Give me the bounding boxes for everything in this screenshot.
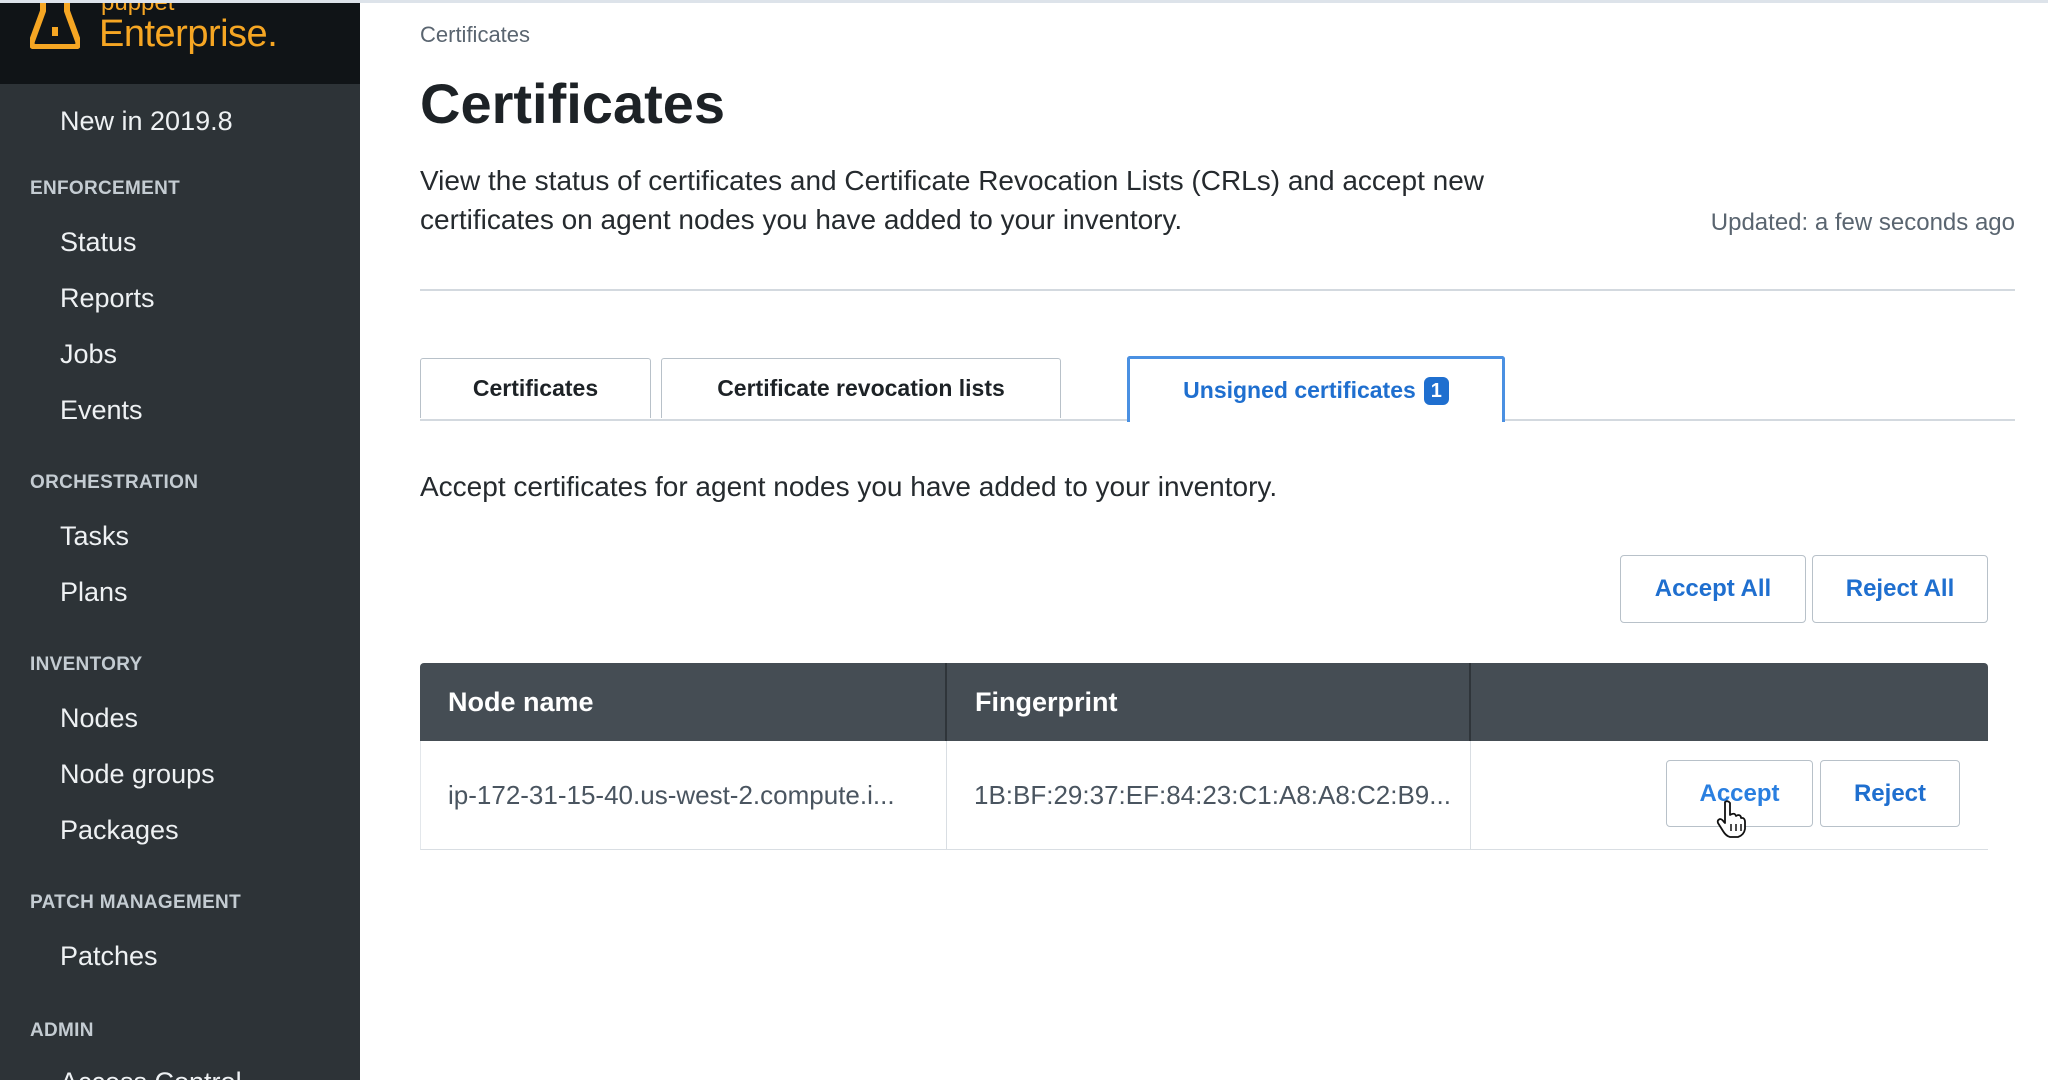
sidebar-item-status[interactable]: Status <box>60 227 137 258</box>
tab-label: Unsigned certificates <box>1183 377 1416 403</box>
sidebar-item-new-in[interactable]: New in 2019.8 <box>60 106 233 137</box>
sidebar-item-packages[interactable]: Packages <box>60 815 179 846</box>
sidebar-section-inventory: INVENTORY <box>30 654 143 675</box>
sidebar: puppet Enterprise. New in 2019.8 ENFORCE… <box>0 3 360 1080</box>
reject-all-button[interactable]: Reject All <box>1812 555 1988 623</box>
hand-pointer-cursor-icon <box>1716 800 1746 838</box>
accept-all-button[interactable]: Accept All <box>1620 555 1806 623</box>
tab-certificate-revocation-lists[interactable]: Certificate revocation lists <box>661 358 1061 418</box>
brand-header[interactable]: puppet Enterprise. <box>0 3 360 84</box>
fingerprint-cell: 1B:BF:29:37:EF:84:23:C1:A8:A8:C2:B9... <box>946 741 1470 849</box>
section-description: Accept certificates for agent nodes you … <box>420 471 1278 502</box>
sidebar-item-tasks[interactable]: Tasks <box>60 521 129 552</box>
sidebar-item-reports[interactable]: Reports <box>60 283 155 314</box>
column-header-node-name: Node name <box>448 686 594 717</box>
sidebar-item-nodes[interactable]: Nodes <box>60 703 138 734</box>
page-description: View the status of certificates and Cert… <box>420 165 1484 235</box>
sidebar-section-enforcement: ENFORCEMENT <box>30 178 181 199</box>
page-title: Certificates <box>420 72 726 135</box>
tab-certificates[interactable]: Certificates <box>420 358 651 418</box>
tab-label: Certificates <box>472 375 599 401</box>
tab-label: Certificate revocation lists <box>717 375 1005 401</box>
divider <box>420 289 2015 291</box>
breadcrumb[interactable]: Certificates <box>420 22 530 48</box>
sidebar-section-admin: ADMIN <box>30 1020 94 1041</box>
reject-button[interactable]: Reject <box>1820 760 1960 827</box>
tab-unsigned-certificates[interactable]: Unsigned certificates 1 <box>1127 356 1505 422</box>
node-name-cell: ip-172-31-15-40.us-west-2.compute.i... <box>448 779 895 810</box>
sidebar-item-node-groups[interactable]: Node groups <box>60 759 215 790</box>
sidebar-item-patches[interactable]: Patches <box>60 941 158 972</box>
sidebar-section-patch-management: PATCH MANAGEMENT <box>30 892 241 913</box>
tab-bar: Certificates Certificate revocation list… <box>420 356 2015 422</box>
updated-status: Updated: a few seconds ago <box>1710 209 2015 236</box>
table-header: Node name Fingerprint <box>420 663 1988 741</box>
main-content: Certificates Certificates View the statu… <box>360 3 2048 1080</box>
sidebar-item-access-control[interactable]: Access Control <box>60 1067 242 1080</box>
sidebar-item-jobs[interactable]: Jobs <box>60 339 117 370</box>
unsigned-count-badge: 1 <box>1423 376 1449 405</box>
column-header-actions <box>1469 663 1988 741</box>
sidebar-item-plans[interactable]: Plans <box>60 577 128 608</box>
sidebar-item-events[interactable]: Events <box>60 395 143 426</box>
brand-name: Enterprise. <box>99 13 278 55</box>
column-header-fingerprint: Fingerprint <box>945 663 1469 741</box>
sidebar-section-orchestration: ORCHESTRATION <box>30 472 199 493</box>
flask-logo-icon <box>30 3 80 49</box>
